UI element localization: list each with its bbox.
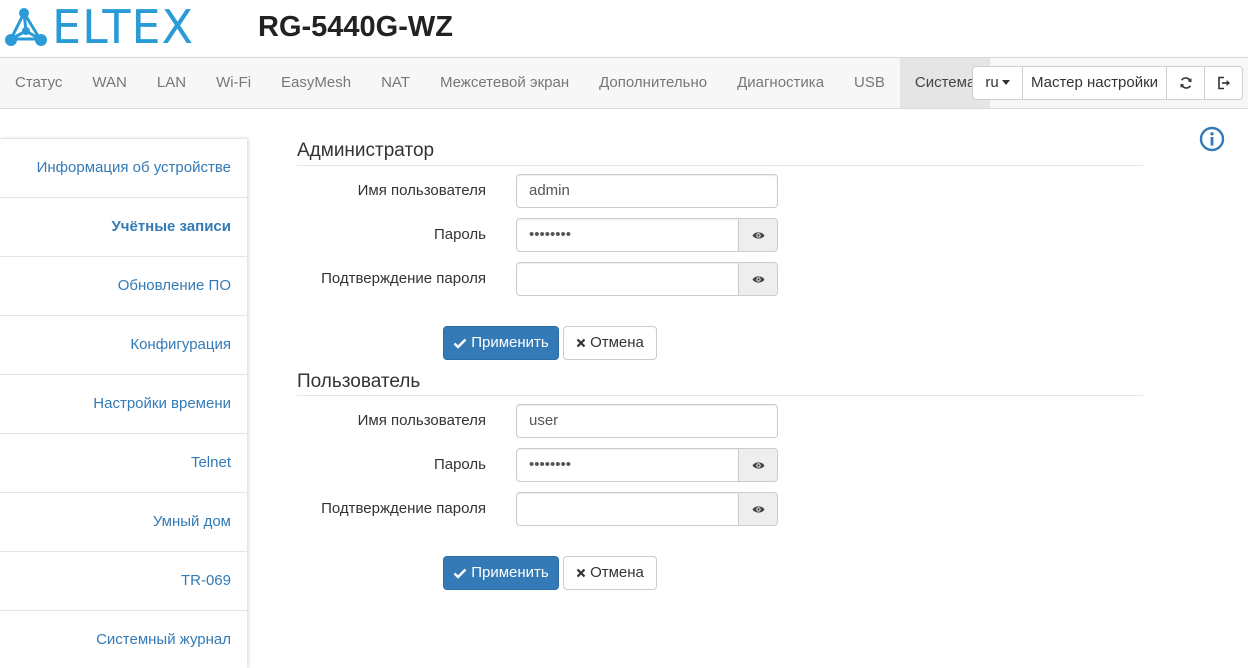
admin-password-input[interactable]: •••••••• [516, 218, 739, 252]
admin-confirm-label: Подтверждение пароля [321, 270, 486, 287]
refresh-button[interactable] [1166, 67, 1204, 99]
user-username-label: Имя пользователя [357, 412, 486, 429]
user-password-group: •••••••• [516, 448, 778, 482]
nav-tab-wan[interactable]: WAN [77, 58, 141, 108]
nav-tab-usb[interactable]: USB [839, 58, 900, 108]
nav-tab-lan[interactable]: LAN [142, 58, 201, 108]
user-section-title: Пользователь [297, 371, 421, 392]
user-confirm-group [516, 492, 778, 526]
user-confirm-toggle[interactable] [739, 492, 778, 526]
eltex-logo: ELTEX [4, 0, 195, 54]
sidebar-menu: Информация об устройстве Учётные записи … [0, 138, 247, 668]
device-model-title: RG-5440G-WZ [258, 11, 453, 43]
checkmark-icon [453, 338, 467, 349]
nav-tab-diagnostics[interactable]: Диагностика [722, 58, 839, 108]
user-confirm-label: Подтверждение пароля [321, 500, 486, 517]
nav-toolbar: ru Мастер настройки [972, 66, 1243, 100]
sidebar-item-firmware-update[interactable]: Обновление ПО [0, 257, 247, 316]
admin-password-label: Пароль [433, 226, 486, 243]
refresh-icon [1179, 77, 1192, 89]
admin-confirm-toggle[interactable] [739, 262, 778, 296]
admin-apply-label: Применить [471, 334, 549, 351]
checkmark-icon [453, 568, 467, 579]
nav-tab-easymesh[interactable]: EasyMesh [266, 58, 366, 108]
language-dropdown[interactable]: ru [973, 67, 1022, 99]
user-cancel-button[interactable]: Отмена [563, 556, 657, 590]
admin-password-group: •••••••• [516, 218, 778, 252]
sidebar-item-tr069[interactable]: TR-069 [0, 552, 247, 611]
setup-wizard-button[interactable]: Мастер настройки [1022, 67, 1166, 99]
sidebar-item-system-log[interactable]: Системный журнал [0, 611, 247, 668]
user-apply-button[interactable]: Применить [443, 556, 559, 590]
user-password-toggle[interactable] [739, 448, 778, 482]
close-icon [576, 568, 586, 578]
sidebar-item-device-info[interactable]: Информация об устройстве [0, 139, 247, 198]
sidebar-item-smart-home[interactable]: Умный дом [0, 493, 247, 552]
admin-section-title: Администратор [297, 140, 435, 161]
brand-name: ELTEX [52, 0, 195, 54]
user-password-input[interactable]: •••••••• [516, 448, 739, 482]
admin-password-toggle[interactable] [739, 218, 778, 252]
admin-confirm-input[interactable] [516, 262, 739, 296]
eye-icon [752, 231, 764, 239]
sidebar-item-time-settings[interactable]: Настройки времени [0, 375, 247, 434]
sidebar-item-configuration[interactable]: Конфигурация [0, 316, 247, 375]
admin-username-label: Имя пользователя [357, 182, 486, 199]
header-bar: ELTEX RG-5440G-WZ [0, 0, 1248, 58]
eye-icon [752, 461, 764, 469]
close-icon [576, 338, 586, 348]
admin-confirm-group [516, 262, 778, 296]
caret-down-icon [1001, 79, 1010, 85]
sidebar-item-accounts[interactable]: Учётные записи [0, 198, 247, 257]
nav-tab-wifi[interactable]: Wi-Fi [201, 58, 266, 108]
nav-tab-nat[interactable]: NAT [366, 58, 425, 108]
logout-icon [1217, 76, 1230, 90]
top-navbar: Статус WAN LAN Wi-Fi EasyMesh NAT Межсет… [0, 58, 1248, 109]
user-confirm-input[interactable] [516, 492, 739, 526]
eye-icon [752, 275, 764, 283]
admin-section-divider [297, 165, 1143, 166]
nav-tab-firewall[interactable]: Межсетевой экран [425, 58, 584, 108]
user-username-input[interactable]: user [516, 404, 778, 438]
admin-apply-button[interactable]: Применить [443, 326, 559, 360]
logo-mark-icon [5, 8, 47, 46]
user-apply-label: Применить [471, 564, 549, 581]
admin-cancel-label: Отмена [590, 334, 644, 351]
info-icon[interactable] [1199, 126, 1225, 152]
nav-tab-status[interactable]: Статус [0, 58, 77, 108]
user-cancel-label: Отмена [590, 564, 644, 581]
nav-tabs: Статус WAN LAN Wi-Fi EasyMesh NAT Межсет… [0, 58, 991, 108]
language-value: ru [985, 74, 999, 91]
sidebar-item-telnet[interactable]: Telnet [0, 434, 247, 493]
eye-icon [752, 505, 764, 513]
nav-tab-advanced[interactable]: Дополнительно [584, 58, 722, 108]
user-section-divider [297, 395, 1143, 396]
user-password-label: Пароль [433, 456, 486, 473]
logout-button[interactable] [1204, 67, 1242, 99]
admin-cancel-button[interactable]: Отмена [563, 326, 657, 360]
admin-username-input[interactable]: admin [516, 174, 778, 208]
